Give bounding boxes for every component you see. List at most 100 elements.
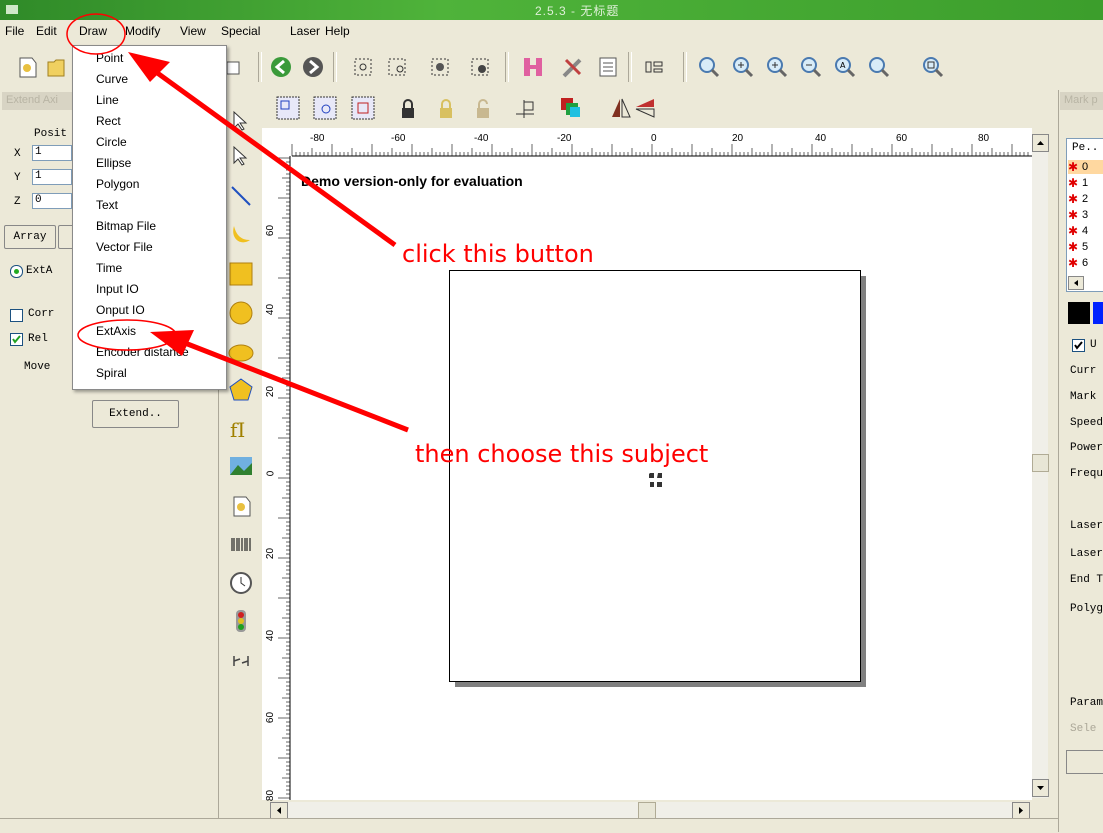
pen-number[interactable]: 4	[1082, 225, 1088, 237]
tools-icon[interactable]	[560, 54, 586, 80]
new-file-icon[interactable]	[14, 54, 40, 80]
zoom-out-icon[interactable]	[798, 54, 824, 80]
menu-item-input-io[interactable]: Input IO	[96, 282, 139, 296]
vertical-scrollbar[interactable]	[1032, 134, 1049, 798]
barcode-tool-icon[interactable]	[228, 533, 254, 559]
array-button[interactable]: Array	[4, 225, 56, 249]
group-icon[interactable]	[275, 95, 301, 121]
menu-view[interactable]: View	[180, 24, 206, 38]
extend-button[interactable]: Extend..	[92, 400, 179, 428]
rel-checkbox[interactable]	[10, 333, 23, 346]
param-button[interactable]	[1066, 750, 1103, 774]
menu-help[interactable]: Help	[325, 24, 350, 38]
menu-item-text[interactable]: Text	[96, 198, 118, 212]
menu-item-encoder-distance[interactable]: Encoder distance	[96, 345, 189, 359]
node-select-icon[interactable]	[384, 54, 410, 80]
zoom-in-icon[interactable]	[730, 54, 756, 80]
pen-color-blue[interactable]	[1093, 302, 1103, 324]
node-edit-tool-icon[interactable]	[228, 143, 254, 169]
select-arrow-icon[interactable]	[228, 108, 254, 134]
open-folder-icon[interactable]	[46, 54, 66, 80]
menu-item-spiral[interactable]: Spiral	[96, 366, 127, 380]
pen-list-scroll-left[interactable]	[1068, 276, 1084, 290]
use-default-checkbox[interactable]	[1072, 339, 1085, 352]
node-edit-icon[interactable]	[350, 54, 376, 80]
scroll-right-arrow[interactable]	[1012, 802, 1030, 819]
menu-item-vector-file[interactable]: Vector File	[96, 240, 153, 254]
menu-item-point[interactable]: Point	[96, 51, 123, 65]
horizontal-scrollbar[interactable]	[270, 802, 1030, 819]
ext-axis-radio[interactable]	[10, 265, 23, 278]
vertical-scroll-thumb[interactable]	[1032, 454, 1049, 472]
circle-tool-icon[interactable]	[228, 300, 254, 326]
menu-item-polygon[interactable]: Polygon	[96, 177, 139, 191]
grid-icon[interactable]	[641, 54, 667, 80]
menu-item-rect[interactable]: Rect	[96, 114, 121, 128]
menu-item-output-io[interactable]: Onput IO	[96, 303, 145, 317]
pen-number[interactable]: 0	[1082, 161, 1088, 173]
scroll-up-arrow[interactable]	[1032, 134, 1049, 152]
menu-edit[interactable]: Edit	[36, 24, 57, 38]
menu-item-curve[interactable]: Curve	[96, 72, 128, 86]
ruler-label-h: -60	[391, 133, 406, 144]
select-button[interactable]: Sele	[1070, 723, 1103, 735]
scroll-down-arrow[interactable]	[1032, 779, 1049, 797]
menu-item-ellipse[interactable]: Ellipse	[96, 156, 131, 170]
line-tool-icon[interactable]	[228, 183, 254, 209]
menu-item-line[interactable]: Line	[96, 93, 119, 107]
lock-icon[interactable]	[395, 96, 421, 122]
horizontal-scroll-thumb[interactable]	[638, 802, 656, 819]
zoom-all-icon[interactable]: A	[832, 54, 858, 80]
node-join-icon[interactable]	[427, 54, 453, 80]
io-tool-icon[interactable]	[228, 608, 254, 634]
corr-checkbox[interactable]	[10, 309, 23, 322]
curve-tool-icon[interactable]	[228, 222, 254, 248]
menu-item-bitmap-file[interactable]: Bitmap File	[96, 219, 156, 233]
zoom-icon[interactable]	[696, 54, 722, 80]
pen-number[interactable]: 5	[1082, 241, 1088, 253]
pen-number[interactable]: 6	[1082, 257, 1088, 269]
menu-item-time[interactable]: Time	[96, 261, 122, 275]
list-icon[interactable]	[595, 54, 621, 80]
menu-modify[interactable]: Modify	[125, 24, 160, 38]
unlock-all-icon[interactable]	[470, 96, 496, 122]
z-field[interactable]: 0	[32, 193, 72, 209]
hatch-icon[interactable]	[520, 54, 546, 80]
rect-tool-icon[interactable]	[228, 261, 254, 287]
text-tool-icon[interactable]: fI	[228, 415, 254, 442]
menu-item-circle[interactable]: Circle	[96, 135, 127, 149]
combine-icon[interactable]	[350, 95, 376, 121]
scroll-left-arrow[interactable]	[270, 802, 288, 819]
node-break-icon[interactable]	[467, 54, 493, 80]
layer-order-icon[interactable]	[558, 95, 584, 121]
pen-number[interactable]: 1	[1082, 177, 1088, 189]
ungroup-icon[interactable]	[312, 95, 338, 121]
ruler-label-v: 20	[265, 385, 277, 398]
mirror-v-icon[interactable]	[632, 95, 658, 121]
bitmap-tool-icon[interactable]	[228, 453, 254, 479]
back-icon[interactable]	[268, 54, 294, 80]
menu-item-extaxis[interactable]: ExtAxis	[96, 324, 136, 338]
pen-number[interactable]: 3	[1082, 209, 1088, 221]
polygon-tool-icon[interactable]	[228, 377, 254, 403]
extaxis-tool-icon[interactable]	[228, 648, 254, 674]
x-field[interactable]: 1	[32, 145, 72, 161]
menu-laser[interactable]: Laser	[290, 24, 320, 38]
unlock-icon[interactable]	[433, 96, 459, 122]
zoom-select-icon[interactable]	[920, 54, 946, 80]
time-tool-icon[interactable]	[228, 570, 254, 596]
pen-number[interactable]: 2	[1082, 193, 1088, 205]
forward-icon[interactable]	[300, 54, 326, 80]
mirror-h-icon[interactable]	[608, 95, 634, 121]
vector-file-tool-icon[interactable]	[228, 493, 254, 519]
menu-special[interactable]: Special	[221, 24, 260, 38]
pen-color-black[interactable]	[1068, 302, 1090, 324]
zoom-page-icon[interactable]	[866, 54, 892, 80]
save-icon[interactable]	[226, 54, 240, 80]
menu-draw[interactable]: Draw	[79, 24, 107, 38]
y-field[interactable]: 1	[32, 169, 72, 185]
ellipse-tool-icon[interactable]	[228, 340, 254, 366]
menu-file[interactable]: File	[5, 24, 24, 38]
zoom-plus-icon[interactable]	[764, 54, 790, 80]
origin-icon[interactable]	[512, 96, 538, 122]
